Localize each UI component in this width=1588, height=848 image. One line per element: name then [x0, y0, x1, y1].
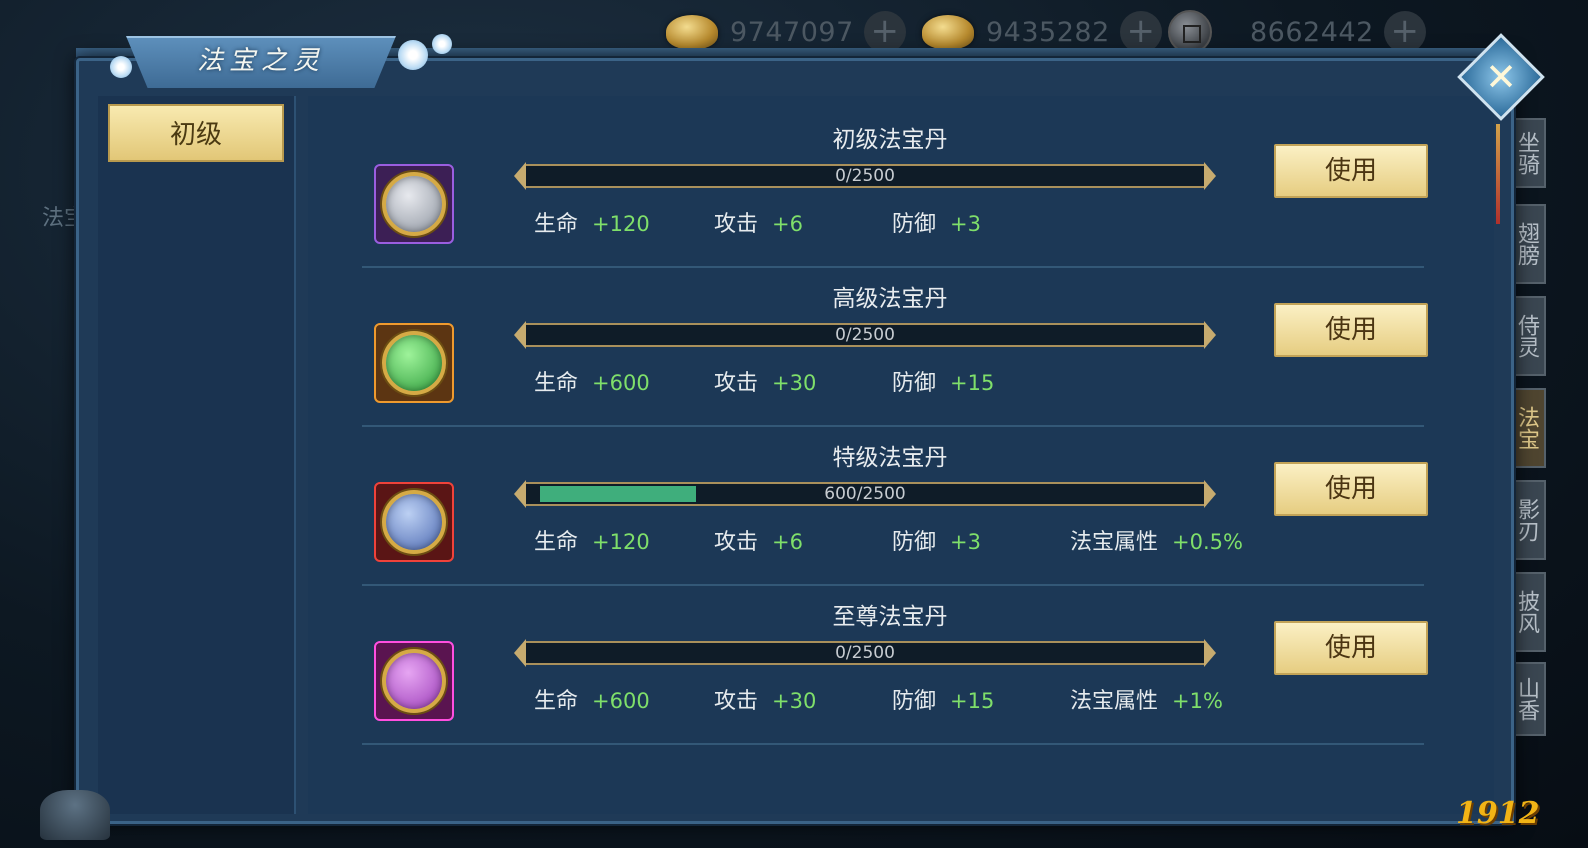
item-name: 至尊法宝丹 [832, 604, 948, 630]
incense-burner-decoration [40, 790, 110, 840]
currency-value: 9747097 [730, 16, 854, 48]
progress-text: 0/2500 [835, 166, 895, 186]
stat-hp: 生命 +120 [534, 212, 650, 237]
use-button[interactable]: 使用 [1274, 462, 1428, 516]
flower-decoration-icon [432, 34, 452, 54]
progress-bar: 0/2500 [514, 321, 1216, 349]
gold-ingot-icon [922, 15, 974, 49]
item-row: 至尊法宝丹 0/2500 生命 +600 攻击 +30 防御 +15 法宝属性 +1% … [362, 587, 1428, 745]
row-divider [362, 584, 1424, 586]
treasure-pill-icon[interactable] [374, 323, 454, 403]
close-icon[interactable]: ✕ [1470, 46, 1532, 108]
stat-hp: 生命 +600 [534, 689, 650, 714]
treasure-pill-icon[interactable] [374, 164, 454, 244]
use-button[interactable]: 使用 [1274, 621, 1428, 675]
item-name: 高级法宝丹 [832, 286, 948, 312]
watermark-logo: 1912 [1456, 796, 1540, 831]
stat-treasure-attr: 法宝属性 +1% [1070, 689, 1223, 714]
progress-text: 600/2500 [824, 484, 906, 504]
flower-decoration-icon [110, 56, 132, 78]
tassel-decoration [1496, 124, 1500, 224]
item-row: 高级法宝丹 0/2500 生命 +600 攻击 +30 防御 +15 使用 [362, 269, 1428, 427]
progress-bar: 0/2500 [514, 639, 1216, 667]
stat-defense: 防御 +3 [892, 530, 981, 555]
stat-defense: 防御 +15 [892, 371, 995, 396]
item-name: 初级法宝丹 [832, 127, 948, 153]
window-title: 法宝之灵 [196, 46, 325, 76]
use-button[interactable]: 使用 [1274, 144, 1428, 198]
stat-attack: 攻击 +30 [714, 371, 817, 396]
row-divider [362, 425, 1424, 427]
item-row: 特级法宝丹 600/2500 生命 +120 攻击 +6 防御 +3 法宝属性 +0.5… [362, 428, 1428, 586]
treasure-pill-icon[interactable] [374, 482, 454, 562]
tab-sidebar [98, 96, 296, 814]
tab-basic[interactable]: 初级 [108, 104, 284, 162]
stat-hp: 生命 +120 [534, 530, 650, 555]
gold-ingot-icon [666, 15, 718, 49]
flower-decoration-icon [398, 40, 428, 70]
currency-value: 8662442 [1250, 16, 1374, 48]
item-row: 初级法宝丹 0/2500 生命 +120 攻击 +6 防御 +3 使用 [362, 110, 1428, 268]
stat-attack: 攻击 +6 [714, 530, 803, 555]
use-button[interactable]: 使用 [1274, 303, 1428, 357]
stat-attack: 攻击 +6 [714, 212, 803, 237]
progress-text: 0/2500 [835, 643, 895, 663]
progress-bar: 0/2500 [514, 162, 1216, 190]
add-currency-button[interactable]: + [863, 11, 906, 53]
treasure-pill-icon[interactable] [374, 641, 454, 721]
stat-defense: 防御 +15 [892, 689, 995, 714]
stat-attack: 攻击 +30 [714, 689, 817, 714]
progress-bar: 600/2500 [514, 480, 1216, 508]
progress-text: 0/2500 [835, 325, 895, 345]
stat-hp: 生命 +600 [534, 371, 650, 396]
stat-defense: 防御 +3 [892, 212, 981, 237]
row-divider [362, 743, 1424, 745]
add-currency-button[interactable]: + [1119, 11, 1162, 53]
item-name: 特级法宝丹 [832, 445, 948, 471]
add-currency-button[interactable]: + [1383, 11, 1426, 53]
stat-treasure-attr: 法宝属性 +0.5% [1070, 530, 1243, 555]
currency-value: 9435282 [986, 16, 1110, 48]
row-divider [362, 266, 1424, 268]
